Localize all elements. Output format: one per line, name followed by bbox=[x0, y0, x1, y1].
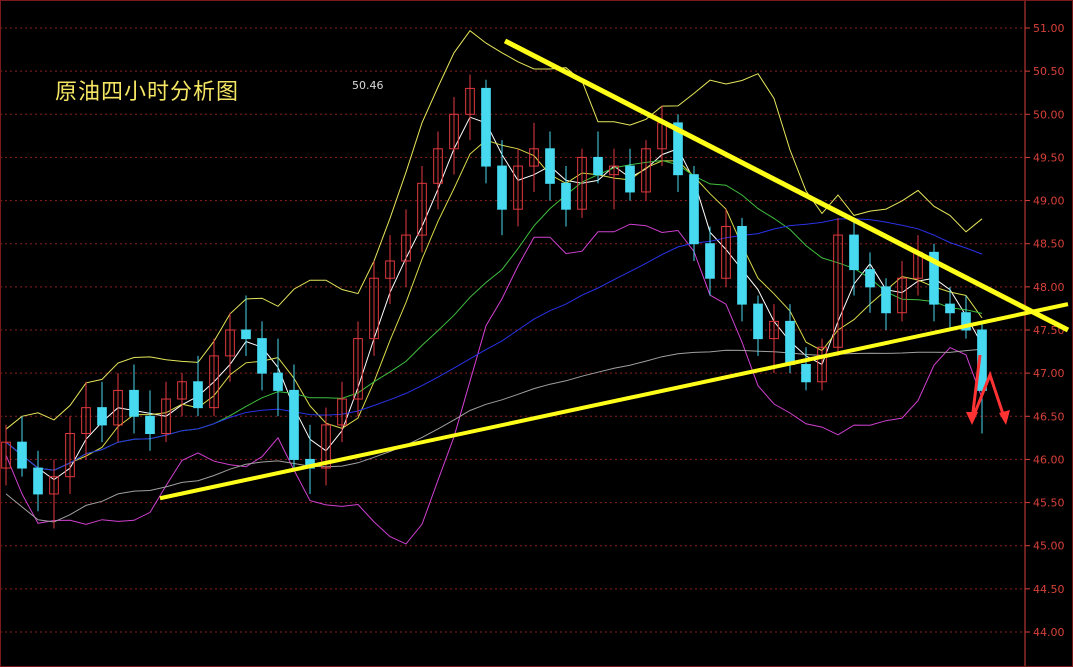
y-tick-label-8: 47.00 bbox=[1033, 367, 1065, 380]
y-tick-label-12: 45.00 bbox=[1033, 540, 1065, 553]
candle-body-39 bbox=[625, 165, 635, 193]
candle-body-54 bbox=[865, 269, 875, 288]
candle-body-55 bbox=[881, 286, 891, 314]
candle-body-50 bbox=[801, 364, 811, 383]
y-tick-label-13: 44.50 bbox=[1033, 583, 1065, 596]
candle-body-9 bbox=[145, 415, 155, 435]
peak-annotation: 50.46 bbox=[352, 79, 384, 92]
candle-body-1 bbox=[17, 441, 27, 469]
candle-body-6 bbox=[97, 407, 107, 426]
y-tick-label-10: 46.00 bbox=[1033, 453, 1065, 466]
y-tick-label-2: 50.00 bbox=[1033, 108, 1065, 121]
chart-title: 原油四小时分析图 bbox=[55, 80, 240, 105]
candle-body-49 bbox=[785, 320, 795, 366]
y-tick-label-11: 45.50 bbox=[1033, 497, 1065, 510]
candle-body-59 bbox=[945, 303, 955, 314]
y-tick-label-6: 48.00 bbox=[1033, 281, 1065, 294]
y-tick-label-9: 46.50 bbox=[1033, 410, 1065, 423]
candle-body-17 bbox=[273, 372, 283, 391]
candle-body-53 bbox=[849, 234, 859, 271]
candle-body-2 bbox=[33, 467, 43, 495]
candle-body-8 bbox=[129, 389, 139, 417]
candle-body-44 bbox=[705, 243, 715, 279]
candle-body-12 bbox=[193, 381, 203, 409]
candle-body-31 bbox=[497, 165, 507, 210]
candle-body-46 bbox=[737, 225, 747, 305]
y-tick-label-14: 44.00 bbox=[1033, 626, 1065, 639]
candle-body-37 bbox=[593, 156, 603, 176]
y-tick-label-0: 51.00 bbox=[1033, 22, 1065, 35]
candle-body-34 bbox=[545, 148, 555, 184]
y-tick-label-5: 48.50 bbox=[1033, 238, 1065, 251]
candle-body-30 bbox=[481, 87, 491, 167]
candle-body-15 bbox=[241, 329, 251, 340]
y-tick-label-4: 49.00 bbox=[1033, 195, 1065, 208]
candle-body-35 bbox=[561, 182, 571, 210]
candle-body-16 bbox=[257, 338, 267, 374]
candle-body-18 bbox=[289, 389, 299, 460]
candle-body-47 bbox=[753, 303, 763, 340]
y-tick-label-1: 50.50 bbox=[1033, 65, 1065, 78]
y-tick-label-3: 49.50 bbox=[1033, 151, 1065, 164]
candle-body-43 bbox=[689, 174, 699, 245]
